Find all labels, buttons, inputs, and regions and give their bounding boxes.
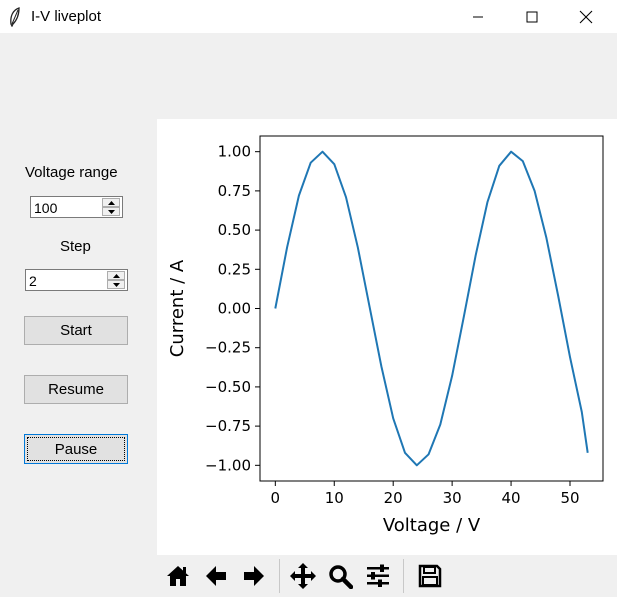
save-button[interactable] [413, 559, 447, 593]
spin-down-button[interactable] [107, 280, 125, 289]
resume-button[interactable]: Resume [24, 375, 128, 404]
step-spinbox[interactable]: 2 [25, 269, 128, 291]
spin-down-button[interactable] [102, 207, 120, 216]
triangle-down-icon [107, 209, 115, 214]
toolbar-separator [403, 559, 404, 593]
subplots-icon [367, 564, 389, 587]
title-bar: I-V liveplot [0, 0, 617, 33]
subplots-button[interactable] [361, 559, 395, 593]
close-button[interactable] [563, 0, 609, 33]
y-tick-label: −0.50 [205, 378, 251, 396]
step-label: Step [60, 238, 91, 255]
pan-button[interactable] [286, 559, 320, 593]
home-button[interactable] [161, 559, 195, 593]
navigation-toolbar [157, 555, 617, 597]
y-tick-label: −0.75 [205, 417, 251, 435]
focus-ring [27, 437, 125, 461]
y-tick-label: −0.25 [205, 339, 251, 357]
y-axis-label: Current / A [167, 259, 188, 357]
forward-arrow-icon [244, 566, 264, 586]
x-tick-label: 50 [560, 489, 579, 507]
y-tick-label: 0.75 [218, 182, 251, 200]
back-button[interactable] [199, 559, 233, 593]
y-tick-label: 0.25 [218, 260, 251, 278]
minimize-button[interactable] [455, 0, 501, 33]
triangle-up-icon [112, 273, 120, 278]
voltage-range-value[interactable]: 100 [34, 200, 57, 216]
y-tick-label: −1.00 [205, 456, 251, 474]
plot-figure[interactable]: 0 10 20 30 40 50 1.00 0.75 0.50 0.25 0.00 −0.25 −0.5… [157, 119, 617, 555]
voltage-range-spinbox[interactable]: 100 [30, 196, 123, 218]
resume-button-label: Resume [48, 381, 104, 398]
start-button-label: Start [60, 322, 92, 339]
x-tick-label: 30 [443, 489, 462, 507]
triangle-up-icon [107, 200, 115, 205]
x-tick-label: 40 [502, 489, 521, 507]
axes-frame [259, 135, 604, 482]
forward-button[interactable] [237, 559, 271, 593]
spin-up-button[interactable] [107, 271, 125, 280]
spin-up-button[interactable] [102, 198, 120, 207]
x-tick-label: 0 [271, 489, 281, 507]
step-value[interactable]: 2 [29, 273, 37, 289]
maximize-button[interactable] [509, 0, 555, 33]
y-tick-label: 0.50 [218, 221, 251, 239]
iv-chart[interactable]: 0 10 20 30 40 50 1.00 0.75 0.50 0.25 0.00 −0.25 −0.5… [157, 119, 617, 555]
home-icon [167, 566, 189, 586]
pause-button[interactable]: Pause [24, 434, 128, 464]
data-series-line [274, 150, 589, 467]
close-icon [579, 10, 593, 23]
save-icon [418, 564, 442, 588]
x-tick-label: 10 [325, 489, 344, 507]
y-tick-label: 0.00 [218, 300, 251, 318]
back-arrow-icon [206, 566, 226, 586]
feather-icon [10, 7, 20, 27]
zoom-button[interactable] [323, 559, 357, 593]
window-title: I-V liveplot [31, 8, 102, 25]
maximize-icon [526, 11, 538, 22]
x-tick-label: 20 [384, 489, 403, 507]
x-axis-label: Voltage / V [383, 515, 481, 536]
y-tick-label: 1.00 [218, 143, 251, 161]
start-button[interactable]: Start [24, 316, 128, 345]
pan-icon [290, 563, 316, 589]
triangle-down-icon [112, 282, 120, 287]
toolbar-separator [279, 559, 280, 593]
minimize-icon [473, 16, 483, 17]
zoom-icon [329, 565, 353, 589]
voltage-range-label: Voltage range [25, 164, 118, 181]
